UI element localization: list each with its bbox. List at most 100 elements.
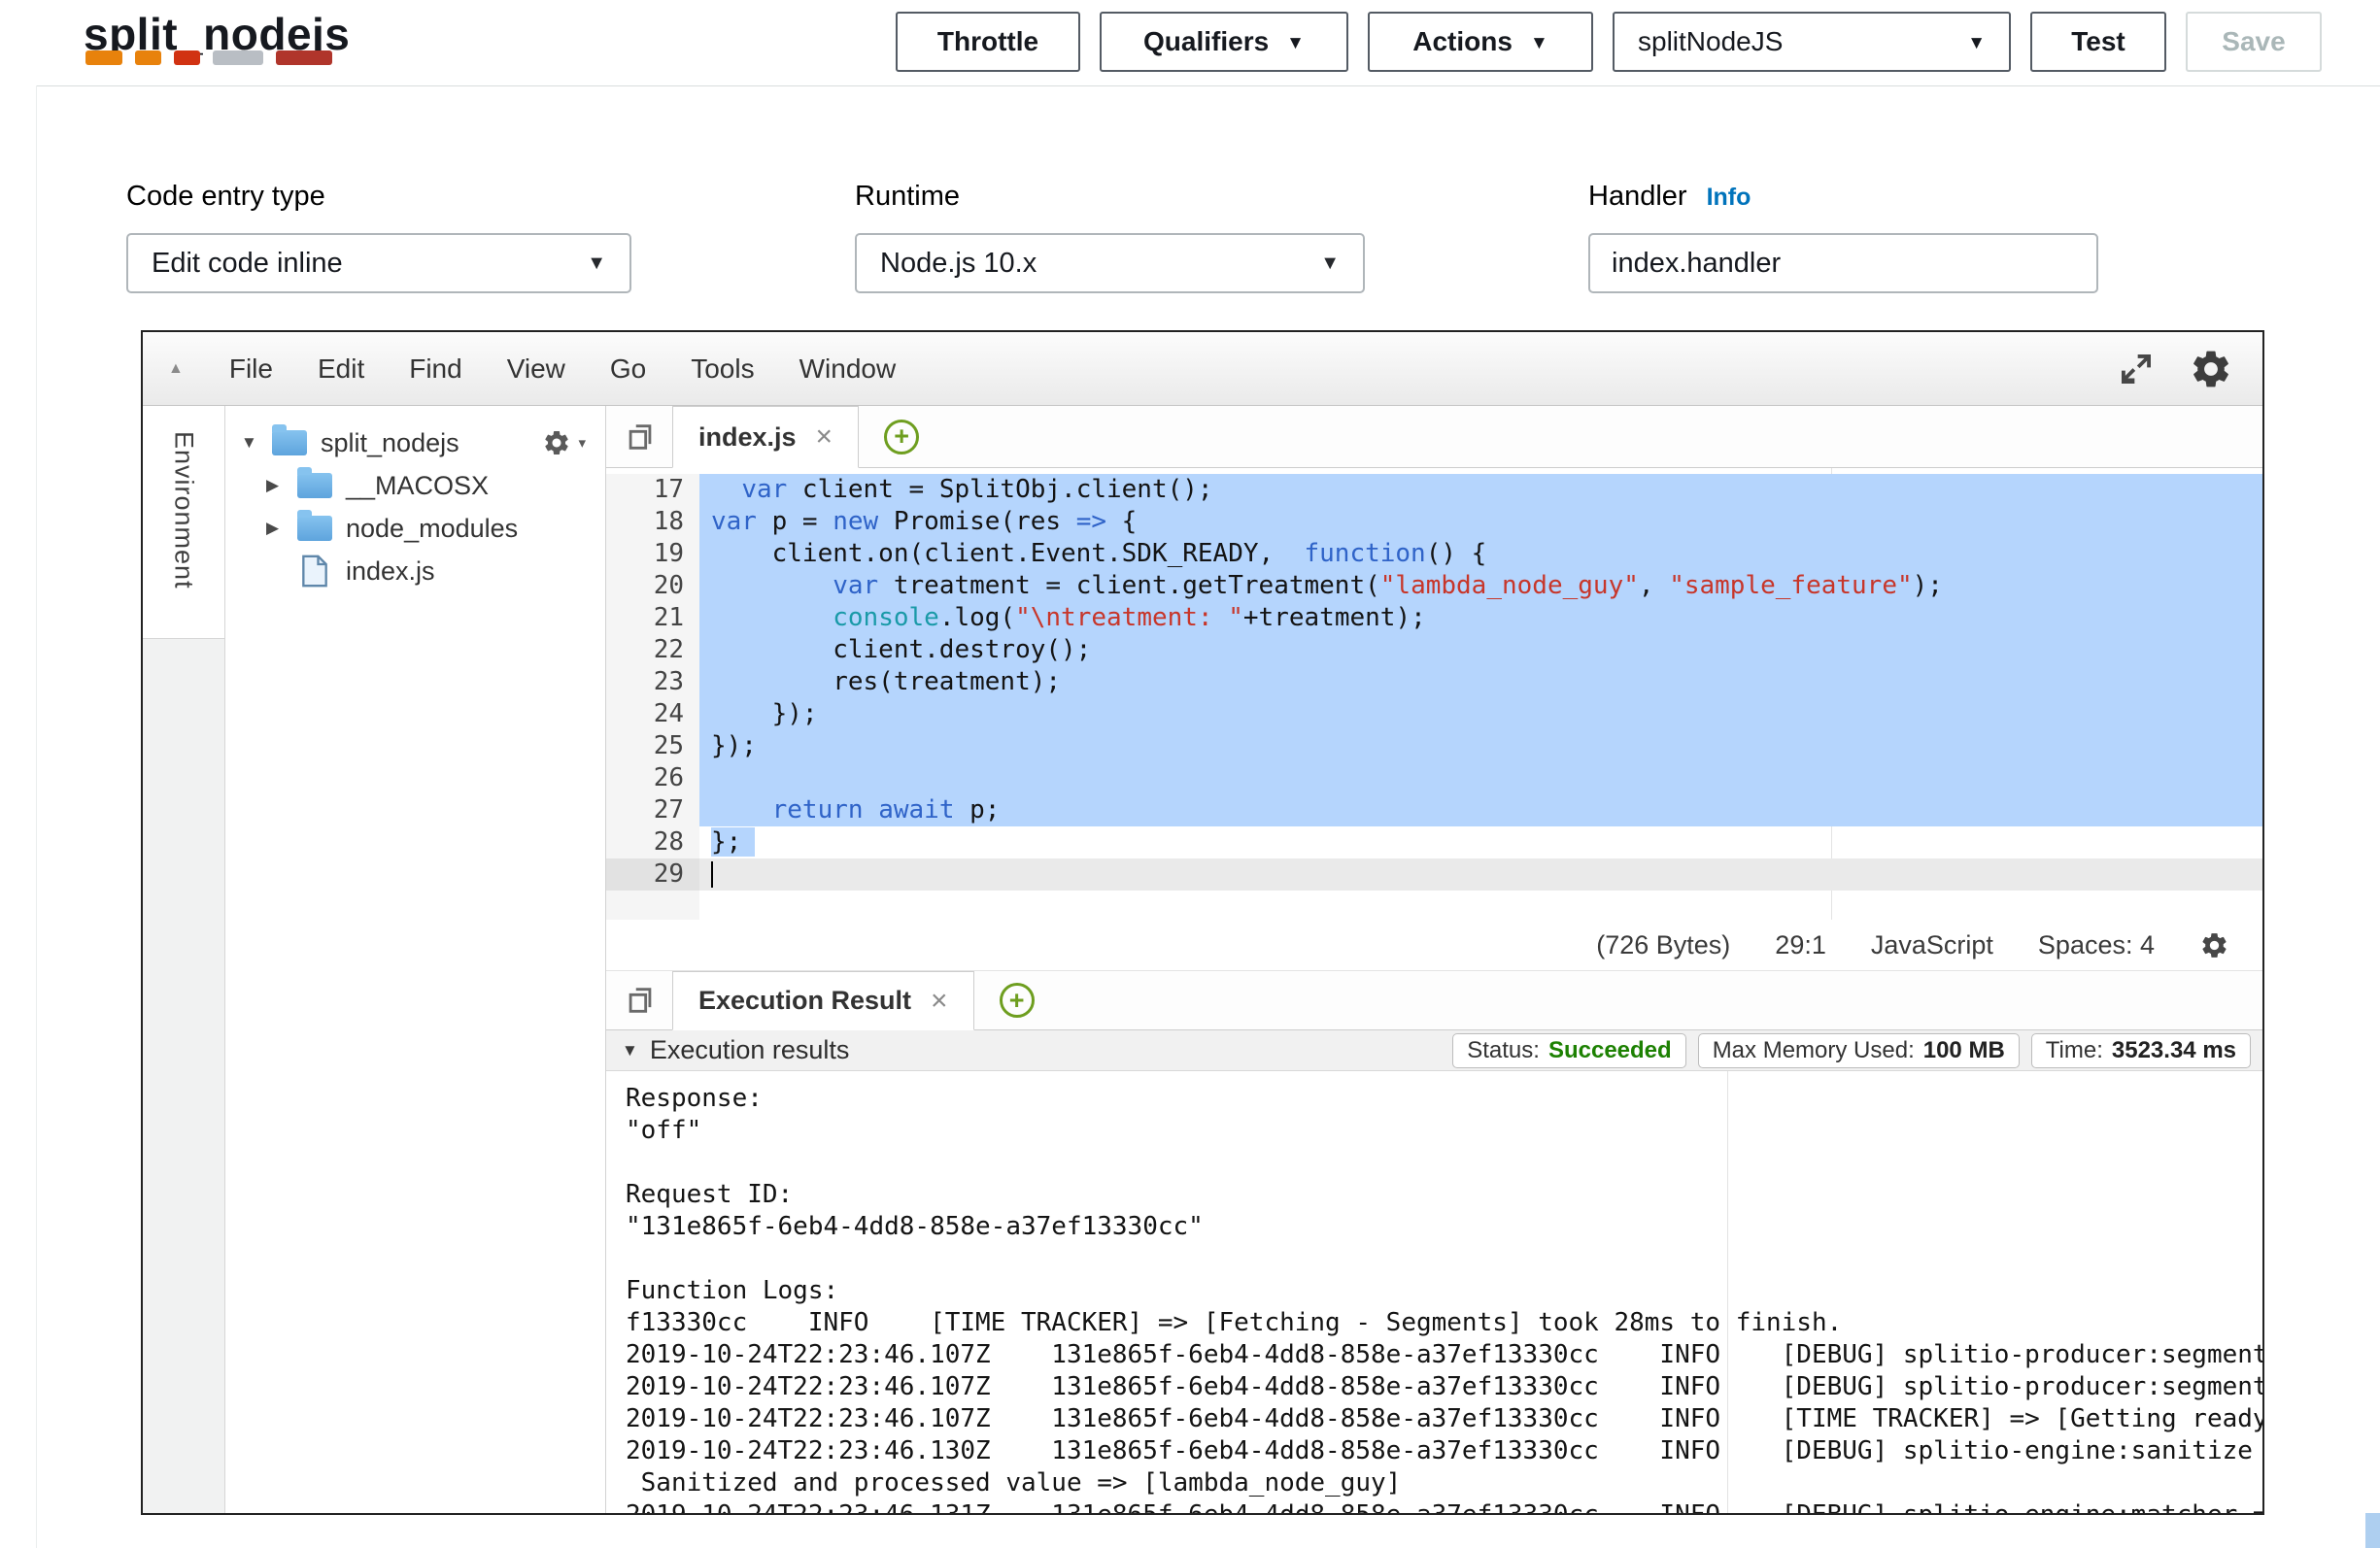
menu-item-tools[interactable]: Tools [668,353,776,385]
chevron-down-icon: ▼ [1286,33,1305,54]
tree-folder-label: __MACOSX [346,471,489,501]
tree-item-root[interactable]: ▼ split_nodejs ▾ [225,421,605,464]
plus-icon: + [1009,986,1025,1016]
chevron-down-icon: ▼ [1967,33,1986,54]
header-actions: Throttle Qualifiers ▼ Actions ▼ splitNod… [896,12,2322,72]
log-line [626,1147,2262,1179]
collapse-menubar-icon[interactable]: ▲ [168,360,184,378]
tree-item-indexjs[interactable]: ▶ index.js [225,550,605,592]
line-number: 22 [606,634,699,666]
code-line[interactable]: 19 client.on(client.Event.SDK_READY, fun… [606,538,2262,570]
code-line[interactable]: 20 var treatment = client.getTreatment("… [606,570,2262,602]
code-line[interactable]: 17 var client = SplitObj.client(); [606,474,2262,506]
close-icon[interactable]: × [931,985,948,1018]
time-badge: Time: 3523.34 ms [2031,1033,2251,1068]
handler-info-link[interactable]: Info [1707,184,1751,211]
file-size: (726 Bytes) [1596,930,1730,960]
chevron-down-icon: ▾ [578,434,586,452]
save-button[interactable]: Save [2186,12,2322,72]
log-lines: Response:"off" Request ID:"131e865f-6eb4… [626,1083,2262,1513]
code-entry-type-value: Edit code inline [152,248,343,280]
throttle-button[interactable]: Throttle [896,12,1080,72]
code-line[interactable]: 29 [606,858,2262,891]
statusbar-gear-icon[interactable] [2199,930,2229,960]
editor-settings-gear-icon[interactable] [2189,347,2233,391]
line-number: 24 [606,698,699,730]
language-mode[interactable]: JavaScript [1871,930,1993,960]
menu-item-view[interactable]: View [485,353,588,385]
log-line [626,1243,2262,1275]
code-lines: 17 var client = SplitObj.client();18var … [606,468,2262,891]
result-badges: Status: Succeeded Max Memory Used: 100 M… [1452,1033,2251,1068]
new-tab-button[interactable]: + [1000,983,1035,1018]
results-tabbar: Execution Result × + [606,970,2262,1030]
tree-root-label: split_nodejs [321,428,459,458]
tree-item-macosx[interactable]: ▶ __MACOSX [225,464,605,507]
tab-list-icon[interactable] [624,984,657,1017]
indent-setting[interactable]: Spaces: 4 [2038,930,2155,960]
line-number: 21 [606,602,699,634]
code-line[interactable]: 21 console.log("\ntreatment: "+treatment… [606,602,2262,634]
fullscreen-icon[interactable] [2117,350,2156,388]
time-value: 3523.34 ms [2112,1037,2236,1064]
log-line: 2019-10-24T22:23:46.107Z 131e865f-6eb4-4… [626,1403,2262,1435]
code-line[interactable]: 24 }); [606,698,2262,730]
environment-tab[interactable]: Environment [143,406,224,639]
disclosure-open-icon[interactable]: ▼ [241,433,272,453]
collapse-results-icon[interactable]: ▼ [622,1041,638,1060]
folder-icon [272,430,307,455]
code-entry-type-select[interactable]: Edit code inline ▼ [126,233,631,293]
handler-input[interactable] [1588,233,2098,293]
menu-item-window[interactable]: Window [777,353,919,385]
line-number: 17 [606,474,699,506]
runtime-select[interactable]: Node.js 10.x ▼ [855,233,1365,293]
memory-value: 100 MB [1923,1037,2005,1064]
tab-indexjs[interactable]: index.js × [672,406,859,468]
menu-items: FileEditFindViewGoToolsWindow [207,353,918,385]
cursor-position[interactable]: 29:1 [1775,930,1826,960]
file-tree: ▼ split_nodejs ▾ ▶ __MACOSX ▶ node_modul… [225,406,606,1513]
code-line[interactable]: 23 res(treatment); [606,666,2262,698]
log-line: Request ID: [626,1179,2262,1211]
line-number: 26 [606,762,699,794]
chevron-down-icon: ▼ [587,252,606,275]
log-line: f13330cc INFO [TIME TRACKER] => [Fetchin… [626,1307,2262,1339]
log-line: Sanitized and processed value => [lambda… [626,1467,2262,1499]
code-line[interactable]: 28}; [606,826,2262,858]
test-button[interactable]: Test [2030,12,2166,72]
tree-settings-button[interactable]: ▾ [542,428,586,457]
code-line[interactable]: 26 [606,762,2262,794]
code-line[interactable]: 22 client.destroy(); [606,634,2262,666]
tab-execution-result[interactable]: Execution Result × [672,971,974,1030]
line-number: 28 [606,826,699,858]
log-line: Function Logs: [626,1275,2262,1307]
execution-results-header[interactable]: ▼ Execution results Status: Succeeded Ma… [606,1030,2262,1071]
menu-item-go[interactable]: Go [588,353,668,385]
menu-item-edit[interactable]: Edit [295,353,387,385]
qualifiers-label: Qualifiers [1143,26,1269,57]
tab-label: Execution Result [698,986,911,1016]
chevron-down-icon: ▼ [1530,33,1548,54]
test-event-select[interactable]: splitNodeJS ▼ [1613,12,2011,72]
menu-item-find[interactable]: Find [387,353,484,385]
line-number: 29 [606,858,699,891]
disclosure-closed-icon[interactable]: ▶ [266,476,297,495]
new-tab-button[interactable]: + [884,420,919,454]
code-line[interactable]: 25}); [606,730,2262,762]
qualifiers-button[interactable]: Qualifiers ▼ [1100,12,1348,72]
editor-menubar: ▲ FileEditFindViewGoToolsWindow [143,332,2262,406]
page-scrollbar[interactable] [2365,1513,2380,1548]
tab-list-icon[interactable] [624,421,657,454]
tree-item-node-modules[interactable]: ▶ node_modules [225,507,605,550]
close-icon[interactable]: × [816,421,833,454]
memory-badge: Max Memory Used: 100 MB [1698,1033,2020,1068]
code-line[interactable]: 27 return await p; [606,794,2262,826]
actions-button[interactable]: Actions ▼ [1368,12,1593,72]
code-line[interactable]: 18var p = new Promise(res => { [606,506,2262,538]
tree-file-label: index.js [346,556,435,587]
runtime-label: Runtime [855,181,960,213]
status-badge: Status: Succeeded [1452,1033,1685,1068]
disclosure-closed-icon[interactable]: ▶ [266,519,297,538]
menu-item-file[interactable]: File [207,353,295,385]
code-editor: ▲ FileEditFindViewGoToolsWindow Environm… [141,330,2264,1515]
